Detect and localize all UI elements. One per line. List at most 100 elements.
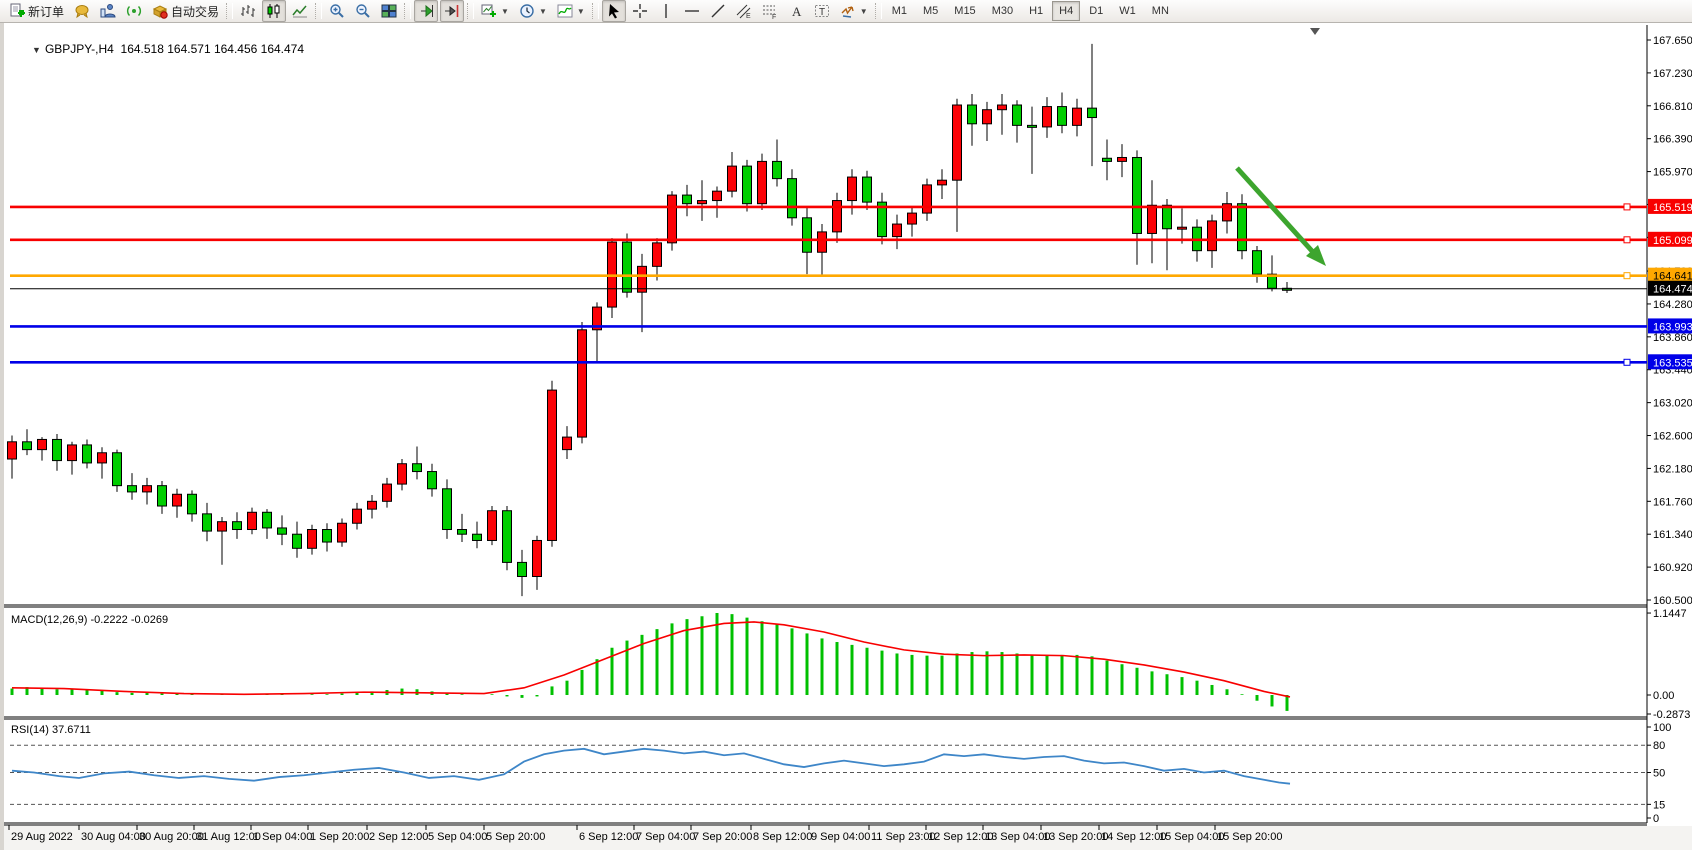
candle-body bbox=[1148, 205, 1157, 233]
candle-body bbox=[383, 484, 392, 501]
new-order-button-label: 新订单 bbox=[28, 3, 64, 20]
svg-text:11 Sep 23:00: 11 Sep 23:00 bbox=[871, 831, 936, 843]
chart-canvas[interactable]: 167.650167.230166.810166.390165.970165.5… bbox=[4, 23, 1692, 850]
timeframe-h4-button[interactable]: H4 bbox=[1052, 1, 1080, 21]
candle-body bbox=[848, 177, 857, 200]
zoom-in-button[interactable] bbox=[325, 0, 349, 22]
shapes-dropdown[interactable]: ▼ bbox=[836, 0, 872, 22]
toolbar: 新订单自动交易▼▼▼EFAT▼M1M5M15M30H1H4D1W1MN bbox=[0, 0, 1692, 23]
line-handle[interactable] bbox=[1624, 273, 1630, 279]
fibo-icon: F bbox=[762, 3, 778, 19]
candle-body bbox=[1013, 105, 1022, 125]
vertical-line-tool-button[interactable] bbox=[654, 0, 678, 22]
macd-indicator-label: MACD(12,26,9) -0.2222 -0.0269 bbox=[11, 614, 168, 626]
timeframe-w1-button[interactable]: W1 bbox=[1112, 1, 1143, 21]
candle-body bbox=[728, 166, 737, 191]
candle-body bbox=[668, 195, 677, 243]
time-axis[interactable]: 29 Aug 202230 Aug 04:0030 Aug 20:0031 Au… bbox=[4, 825, 1692, 850]
styler-button[interactable] bbox=[70, 0, 94, 22]
svg-text:6 Sep 12:00: 6 Sep 12:00 bbox=[579, 831, 638, 843]
candle-body bbox=[98, 453, 107, 463]
fibonacci-tool-button[interactable]: F bbox=[758, 0, 782, 22]
candle-body bbox=[803, 218, 812, 252]
channel-tool-button[interactable]: E bbox=[732, 0, 756, 22]
indicators-dropdown[interactable]: ▼ bbox=[553, 0, 589, 22]
bar-chart-mode-button[interactable] bbox=[236, 0, 260, 22]
line-chart-mode-button[interactable] bbox=[288, 0, 312, 22]
timeframe-m5-button[interactable]: M5 bbox=[916, 1, 945, 21]
line-handle[interactable] bbox=[1624, 204, 1630, 210]
chart-shift-icon bbox=[444, 3, 460, 19]
toolbar-group-2 bbox=[324, 0, 402, 23]
candle-body bbox=[1208, 221, 1217, 251]
timeframe-m1-button[interactable]: M1 bbox=[885, 1, 914, 21]
candle-body bbox=[83, 445, 92, 463]
candle-body bbox=[1238, 204, 1247, 251]
svg-text:165.519: 165.519 bbox=[1653, 202, 1692, 214]
tile-windows-icon bbox=[381, 3, 397, 19]
new-order-button[interactable]: 新订单 bbox=[5, 0, 68, 22]
toolbar-group-4: ▼▼▼ bbox=[476, 0, 590, 23]
label-tool-button[interactable]: T bbox=[810, 0, 834, 22]
chevron-down-icon[interactable]: ▼ bbox=[32, 45, 41, 55]
crosshair-icon bbox=[632, 3, 648, 19]
candle-body bbox=[68, 445, 77, 461]
candle-body bbox=[488, 511, 497, 541]
svg-text:A: A bbox=[792, 4, 802, 19]
trendline-icon bbox=[710, 3, 726, 19]
bar-chart-icon bbox=[240, 3, 256, 19]
toolbar-group-0: 新订单 自动交易 bbox=[4, 0, 224, 23]
text-tool-button[interactable]: A bbox=[784, 0, 808, 22]
crosshair-tool-button[interactable] bbox=[628, 0, 652, 22]
candlestick-mode-button[interactable] bbox=[262, 0, 286, 22]
toolbar-separator bbox=[315, 3, 322, 19]
svg-text:161.340: 161.340 bbox=[1653, 529, 1692, 541]
candle-body bbox=[713, 191, 722, 200]
timeframe-m30-button[interactable]: M30 bbox=[985, 1, 1020, 21]
svg-text:30 Aug 04:00: 30 Aug 04:00 bbox=[81, 831, 146, 843]
tile-windows-button[interactable] bbox=[377, 0, 401, 22]
cursor-tool-button[interactable] bbox=[602, 0, 626, 22]
timeframe-m15-button[interactable]: M15 bbox=[947, 1, 982, 21]
svg-text:163.020: 163.020 bbox=[1653, 398, 1692, 410]
svg-text:0: 0 bbox=[1653, 813, 1659, 825]
svg-text:100: 100 bbox=[1653, 722, 1671, 734]
chart-shift-button[interactable] bbox=[440, 0, 464, 22]
chart-client-area[interactable]: 167.650167.230166.810166.390165.970165.5… bbox=[0, 23, 1692, 850]
candle-body bbox=[38, 439, 47, 449]
candle-body bbox=[1253, 251, 1262, 274]
toolbar-separator bbox=[404, 3, 411, 19]
vline-icon bbox=[658, 3, 674, 19]
auto-trading-button[interactable]: 自动交易 bbox=[148, 0, 223, 22]
candle-body bbox=[203, 514, 212, 531]
chart-plus-icon bbox=[481, 3, 497, 19]
candle-body bbox=[893, 224, 902, 237]
strategy-tester-button[interactable] bbox=[96, 0, 120, 22]
zoom-out-button[interactable] bbox=[351, 0, 375, 22]
candle-body bbox=[128, 486, 137, 492]
candle-body bbox=[263, 512, 272, 528]
line-handle[interactable] bbox=[1624, 359, 1630, 365]
trendline-tool-button[interactable] bbox=[706, 0, 730, 22]
candle-body bbox=[338, 523, 347, 542]
signal-icon bbox=[126, 3, 142, 19]
label-t-icon: T bbox=[814, 3, 830, 19]
timeframe-d1-button[interactable]: D1 bbox=[1082, 1, 1110, 21]
svg-text:0.00: 0.00 bbox=[1653, 690, 1674, 702]
chevron-down-icon: ▼ bbox=[860, 7, 868, 16]
rsi-indicator-label: RSI(14) 37.6711 bbox=[11, 724, 91, 736]
candle-body bbox=[548, 390, 557, 540]
candle-body bbox=[458, 530, 467, 535]
profiles-dropdown[interactable]: ▼ bbox=[515, 0, 551, 22]
horizontal-line-tool-button[interactable] bbox=[680, 0, 704, 22]
candle-body bbox=[938, 180, 947, 185]
timeframe-mn-button[interactable]: MN bbox=[1145, 1, 1176, 21]
candlestick-icon bbox=[266, 3, 282, 19]
timeframe-h1-button[interactable]: H1 bbox=[1022, 1, 1050, 21]
signals-button[interactable] bbox=[122, 0, 146, 22]
auto-scroll-button[interactable] bbox=[414, 0, 438, 22]
new-chart-dropdown[interactable]: ▼ bbox=[477, 0, 513, 22]
svg-text:14 Sep 12:00: 14 Sep 12:00 bbox=[1101, 831, 1166, 843]
candle-body bbox=[533, 540, 542, 576]
line-handle[interactable] bbox=[1624, 237, 1630, 243]
